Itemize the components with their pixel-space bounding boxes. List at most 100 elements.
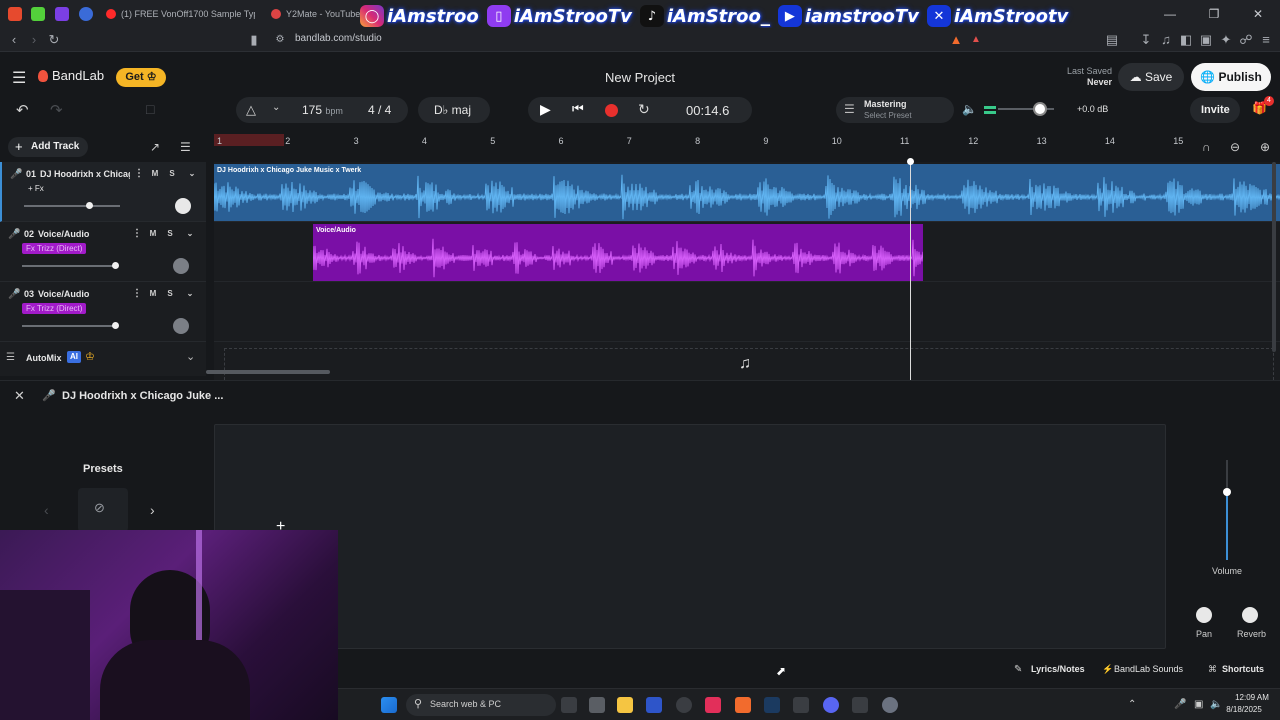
vpn-icon[interactable]: ☍ — [1238, 32, 1254, 48]
drop-zone[interactable]: ♫ — [224, 348, 1274, 380]
lyrics-notes-button[interactable]: Lyrics/Notes — [1031, 664, 1085, 674]
more-icon[interactable]: ⋮ — [130, 287, 144, 301]
download-icon[interactable]: ↧ — [1138, 32, 1154, 48]
browser-tab[interactable]: Y2Mate - YouTube to — [268, 4, 360, 24]
track-volume-slider[interactable] — [24, 202, 120, 209]
vertical-scrollbar[interactable] — [1272, 162, 1276, 352]
master-volume-knob[interactable] — [1033, 102, 1047, 116]
wallet-icon[interactable]: ▣ — [1198, 32, 1214, 48]
tiktok-icon[interactable] — [705, 697, 721, 713]
microphone-tray-icon[interactable]: 🎤 — [1174, 699, 1186, 710]
mixer-icon[interactable]: ☰ — [180, 140, 191, 154]
forward-icon[interactable]: › — [26, 32, 42, 48]
track-name[interactable]: 03 Voice/Audio — [24, 289, 128, 299]
app-icon[interactable] — [646, 697, 662, 713]
volume-knob[interactable] — [112, 262, 120, 269]
taskbar-search[interactable]: ⚲ Search web & PC — [406, 694, 556, 716]
solo-button[interactable]: S — [163, 227, 177, 241]
rewards-icon[interactable]: ▲ — [968, 32, 984, 48]
reverb-knob[interactable] — [1242, 607, 1258, 623]
track-lane[interactable] — [214, 282, 1280, 342]
save-button[interactable]: ☁ Save — [1118, 63, 1184, 91]
metronome-icon[interactable]: △ — [246, 102, 256, 118]
key-selector[interactable]: D♭ maj — [418, 97, 490, 123]
windows-start-icon[interactable] — [381, 697, 397, 713]
solo-button[interactable]: S — [163, 287, 177, 301]
mute-button[interactable]: M — [148, 167, 162, 181]
panel-icon[interactable]: ◧ — [1178, 32, 1194, 48]
playhead[interactable] — [907, 158, 914, 380]
solo-button[interactable]: S — [165, 167, 179, 181]
fx-preset-badge[interactable]: Fx Trizz (Direct) — [22, 243, 87, 254]
loop-icon[interactable]: ↻ — [638, 101, 650, 118]
restore-icon[interactable]: ❐ — [1192, 0, 1236, 28]
audio-region[interactable]: DJ Hoodrixh x Chicago Juke Music x Twerk — [214, 164, 1280, 221]
horizontal-scrollbar[interactable] — [206, 370, 330, 374]
playhead-handle[interactable] — [907, 158, 914, 165]
settings-icon[interactable] — [882, 697, 898, 713]
fx-chain-area[interactable] — [214, 424, 1166, 649]
file-explorer-icon[interactable] — [617, 697, 633, 713]
add-track-button[interactable]: + Add Track — [8, 137, 88, 157]
speaker-icon[interactable]: 🔈 — [962, 102, 977, 116]
audio-region[interactable]: Voice/Audio — [313, 224, 923, 281]
automix-row[interactable]: ☰ AutoMix AI ♔ ⌄ — [0, 342, 206, 376]
volume-knob[interactable] — [112, 322, 120, 329]
timeline-ruler[interactable]: 1 2 3 4 5 6 7 8 9 10 11 12 13 14 15 ∩ ⊖ ⊕ — [214, 134, 1280, 162]
chevron-down-icon[interactable]: ⌄ — [185, 167, 199, 181]
app-icon[interactable] — [676, 697, 692, 713]
automation-icon[interactable]: ↗ — [150, 140, 160, 154]
task-view-icon[interactable] — [561, 697, 577, 713]
clock-date[interactable]: 8/18/2025 — [1218, 705, 1270, 714]
more-icon[interactable]: ⋮ — [130, 227, 144, 241]
track-header[interactable]: 🎤 03 Voice/Audio ⋮ M S ⌄ Fx Trizz (Direct… — [0, 282, 206, 342]
fx-preset-badge[interactable]: Fx Trizz (Direct) — [22, 303, 87, 314]
snap-icon[interactable]: □ — [146, 101, 154, 117]
pan-knob[interactable] — [175, 198, 191, 214]
app-icon[interactable] — [589, 697, 605, 713]
site-info-icon[interactable]: ⚙ — [272, 32, 288, 48]
tab-favicon-icon[interactable] — [79, 7, 93, 21]
bpm-value[interactable]: 175 bpm — [302, 103, 343, 117]
brave-icon[interactable] — [735, 697, 751, 713]
redo-icon[interactable]: ↷ — [50, 101, 63, 119]
minimize-icon[interactable]: — — [1148, 0, 1192, 28]
tray-chevron-up-icon[interactable]: ⌃ — [1128, 699, 1136, 710]
magnet-icon[interactable]: ∩ — [1202, 140, 1211, 154]
time-signature[interactable]: 4 / 4 — [368, 103, 391, 117]
pan-knob[interactable] — [173, 318, 189, 334]
project-title[interactable]: New Project — [560, 70, 720, 85]
chevron-right-icon[interactable]: › — [150, 502, 155, 518]
skip-to-start-icon[interactable]: ⏮ — [572, 101, 584, 117]
zoom-in-icon[interactable]: ⊕ — [1260, 140, 1270, 154]
track-header[interactable]: 🎤 02 Voice/Audio ⋮ M S ⌄ Fx Trizz (Direct… — [0, 222, 206, 282]
close-window-icon[interactable]: ✕ — [1236, 0, 1280, 28]
volume-knob[interactable] — [86, 202, 94, 209]
app-icon[interactable] — [793, 697, 809, 713]
play-icon[interactable]: ▶ — [540, 101, 551, 118]
track-volume-slider[interactable] — [22, 262, 120, 269]
leo-icon[interactable]: ✦ — [1218, 32, 1234, 48]
brave-shield-icon[interactable]: ▲ — [948, 32, 964, 48]
bandlab-sounds-button[interactable]: BandLab Sounds — [1114, 664, 1183, 674]
zoom-out-icon[interactable]: ⊖ — [1230, 140, 1240, 154]
track-volume-fader[interactable] — [1223, 460, 1231, 560]
track-name[interactable]: 01DJ Hoodrixh x Chicago Juke Music x Twe… — [26, 169, 130, 179]
shortcuts-button[interactable]: Shortcuts — [1222, 664, 1264, 674]
master-volume-slider[interactable] — [998, 102, 1054, 116]
tab-favicon-icon[interactable] — [55, 7, 69, 21]
add-fx-button[interactable]: + Fx — [24, 183, 48, 194]
get-membership-button[interactable]: Get ♔ — [116, 68, 166, 87]
record-icon[interactable] — [605, 104, 618, 117]
mute-button[interactable]: M — [146, 287, 160, 301]
music-icon[interactable]: ♫ — [1158, 32, 1174, 48]
mute-button[interactable]: M — [146, 227, 160, 241]
undo-icon[interactable]: ↶ — [16, 101, 29, 119]
tab-favicon-icon[interactable] — [8, 7, 22, 21]
invite-button[interactable]: Invite — [1190, 97, 1240, 123]
back-icon[interactable]: ‹ — [6, 32, 22, 48]
steam-icon[interactable] — [764, 697, 780, 713]
loop-region[interactable] — [214, 134, 284, 146]
publish-button[interactable]: 🌐 Publish — [1191, 63, 1271, 91]
volume-fader-knob[interactable] — [1223, 488, 1231, 496]
